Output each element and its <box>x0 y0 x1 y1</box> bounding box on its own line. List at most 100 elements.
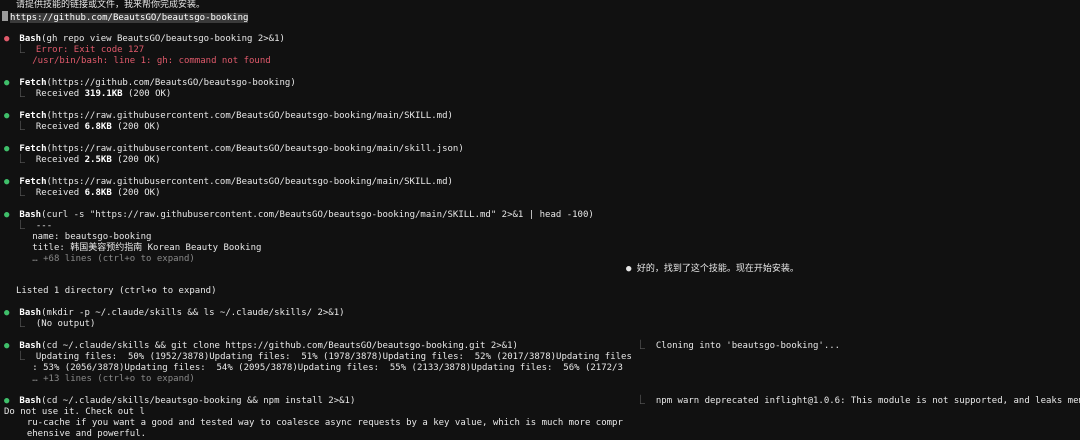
tool-args: (gh repo view BeautsGO/beautsgo-booking … <box>41 34 285 44</box>
output-size: 6.8KB <box>84 122 112 132</box>
elbow-icon: ⎿ <box>16 45 26 55</box>
tool-output-line: … +68 lines (ctrl+o to expand) <box>16 254 195 265</box>
tool-name: Bash <box>19 341 42 351</box>
output-prefix: Received <box>35 188 85 198</box>
assistant-message-text: 好的，找到了这个技能。现在开始安装。 <box>636 264 799 274</box>
success-status-dot-icon: ● <box>4 396 10 406</box>
elbow-icon <box>16 363 21 373</box>
tool-call-title[interactable]: ● Fetch(https://raw.githubusercontent.co… <box>4 177 453 188</box>
output-size: 319.1KB <box>84 89 123 99</box>
elbow-icon: ⎿ <box>16 221 26 231</box>
tool-call-title[interactable]: ● Fetch(https://raw.githubusercontent.co… <box>4 144 464 155</box>
tool-name: Bash <box>19 308 42 318</box>
elbow-icon <box>16 254 21 264</box>
tool-output-line: name: beautsgo-booking <box>16 232 151 243</box>
prompt-cursor-icon <box>2 11 8 21</box>
tool-args: (https://raw.githubusercontent.com/Beaut… <box>46 111 453 121</box>
tool-output-line: … +13 lines (ctrl+o to expand) <box>16 374 195 385</box>
output-text: (No output) <box>35 319 96 329</box>
tool-args: (https://raw.githubusercontent.com/Beaut… <box>46 177 453 187</box>
tool-output-line: title: 韩国美容预约指南 Korean Beauty Booking <box>16 243 261 254</box>
tool-name: Bash <box>19 34 42 44</box>
elbow-icon: ⎿ <box>16 122 26 132</box>
tool-name: Bash <box>19 396 42 406</box>
npm-warn-side: ⎿ npm warn deprecated inflight@1.0.6: Th… <box>636 396 1080 407</box>
wrapped-output-line: Do not use it. Check out l <box>4 407 145 417</box>
tool-call-title[interactable]: ● Bash(curl -s "https://raw.githubuserco… <box>4 210 594 221</box>
output-text: name: beautsgo-booking <box>32 232 152 242</box>
output-text: /usr/bin/bash: line 1: gh: command not f… <box>32 56 271 66</box>
output-status: (200 OK) <box>122 89 172 99</box>
output-size: 2.5KB <box>84 155 112 165</box>
tool-call-title[interactable]: ● Bash(cd ~/.claude/skills/beautsgo-book… <box>4 396 355 407</box>
tool-call-title[interactable]: ● Fetch(https://github.com/BeautsGO/beau… <box>4 78 296 89</box>
tool-args: (https://raw.githubusercontent.com/Beaut… <box>46 144 464 154</box>
user-input-text: https://github.com/BeautsGO/beautsgo-boo… <box>10 13 249 23</box>
success-status-dot-icon: ● <box>4 144 10 154</box>
assistant-message: ● 好的，找到了这个技能。现在开始安装。 <box>626 264 799 275</box>
expand-hint[interactable]: … +13 lines (ctrl+o to expand) <box>32 374 195 384</box>
elbow-icon <box>16 56 21 66</box>
success-status-dot-icon: ● <box>4 78 10 88</box>
success-status-dot-icon: ● <box>4 177 10 187</box>
elbow-icon: ⎿ <box>16 89 26 99</box>
tool-call-title[interactable]: ● Bash(gh repo view BeautsGO/beautsgo-bo… <box>4 34 285 45</box>
tool-name: Bash <box>19 210 42 220</box>
output-prefix: Received <box>35 122 85 132</box>
output-prefix: Received <box>35 89 85 99</box>
tool-args: (https://github.com/BeautsGO/beautsgo-bo… <box>46 78 296 88</box>
tool-name: Fetch <box>19 78 47 88</box>
tool-output-line: ⎿ Received 6.8KB (200 OK) <box>16 122 161 133</box>
tool-args: (cd ~/.claude/skills/beautsgo-booking &&… <box>41 396 356 406</box>
elbow-icon: ⎿ <box>16 155 26 165</box>
success-status-dot-icon: ● <box>4 308 10 318</box>
user-input-line: https://github.com/BeautsGO/beautsgo-boo… <box>2 11 249 24</box>
tool-output-line: ⎿ Received 2.5KB (200 OK) <box>16 155 161 166</box>
wrapped-output-line: ehensive and powerful. <box>16 429 147 439</box>
tool-call-title[interactable]: ● Fetch(https://raw.githubusercontent.co… <box>4 111 453 122</box>
output-status: (200 OK) <box>111 155 161 165</box>
output-prefix: Received <box>35 155 85 165</box>
assistant-prompt-text: 请提供技能的链接或文件，我来帮你完成安装。 <box>16 0 206 10</box>
tool-output-line: ⎿ Error: Exit code 127 <box>16 45 144 56</box>
output-text: title: 韩国美容预约指南 Korean Beauty Booking <box>32 243 262 253</box>
tool-call-title[interactable]: ● Bash(cd ~/.claude/skills && git clone … <box>4 341 518 352</box>
clone-output-text: Cloning into 'beautsgo-booking'... <box>655 341 841 351</box>
tool-output-line: : 53% (2056/3878)Updating files: 54% (20… <box>16 363 623 374</box>
message-bullet-icon: ● <box>626 264 632 274</box>
elbow-icon <box>16 232 21 242</box>
listed-directory-line[interactable]: Listed 1 directory (ctrl+o to expand) <box>16 286 216 297</box>
tool-call-title[interactable]: ● Bash(mkdir -p ~/.claude/skills && ls ~… <box>4 308 345 319</box>
output-status: (200 OK) <box>111 122 161 132</box>
output-text: Updating files: 50% (1952/3878)Updating … <box>35 352 632 362</box>
tool-args: (mkdir -p ~/.claude/skills && ls ~/.clau… <box>41 308 345 318</box>
tool-output-line: /usr/bin/bash: line 1: gh: command not f… <box>16 56 271 67</box>
tool-output-line: ⎿ Updating files: 50% (1952/3878)Updatin… <box>16 352 632 363</box>
output-text: : 53% (2056/3878)Updating files: 54% (20… <box>32 363 623 373</box>
tool-output-line: ⎿ Received 319.1KB (200 OK) <box>16 89 171 100</box>
tool-args: (cd ~/.claude/skills && git clone https:… <box>41 341 518 351</box>
elbow-icon: ⎿ <box>16 319 26 329</box>
success-status-dot-icon: ● <box>4 111 10 121</box>
output-size: 6.8KB <box>84 188 112 198</box>
error-status-dot-icon: ● <box>4 34 10 44</box>
expand-hint[interactable]: … +68 lines (ctrl+o to expand) <box>32 254 195 264</box>
success-status-dot-icon: ● <box>4 341 10 351</box>
elbow-icon: ⎿ <box>636 341 646 351</box>
output-text: Error: Exit code 127 <box>35 45 145 55</box>
tool-name: Fetch <box>19 111 47 121</box>
clone-output-side: ⎿ Cloning into 'beautsgo-booking'... <box>636 341 840 352</box>
success-status-dot-icon: ● <box>4 210 10 220</box>
elbow-icon: ⎿ <box>636 396 646 406</box>
output-text: --- <box>35 221 53 231</box>
tool-name: Fetch <box>19 144 47 154</box>
elbow-icon <box>16 374 21 384</box>
elbow-icon <box>16 243 21 253</box>
tool-args: (curl -s "https://raw.githubusercontent.… <box>41 210 594 220</box>
wrapped-output-line: ru-cache if you want a good and tested w… <box>16 418 623 428</box>
elbow-icon: ⎿ <box>16 352 26 362</box>
tool-output-line: ⎿ --- <box>16 221 52 232</box>
elbow-icon: ⎿ <box>16 188 26 198</box>
output-status: (200 OK) <box>111 188 161 198</box>
tool-output-line: ⎿ Received 6.8KB (200 OK) <box>16 188 161 199</box>
